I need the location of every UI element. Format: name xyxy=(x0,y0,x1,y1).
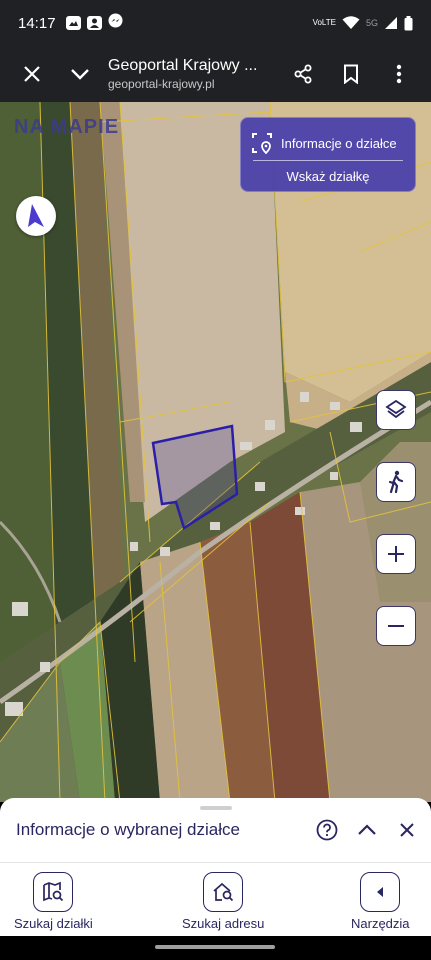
share-button[interactable] xyxy=(279,50,327,98)
chevron-down-icon xyxy=(71,69,89,80)
minimize-tab-button[interactable] xyxy=(56,50,104,98)
help-icon xyxy=(316,819,338,841)
map-view[interactable]: NA MAPIE Informacje o działce Wskaż dzia… xyxy=(0,102,431,802)
page-title-area[interactable]: Geoportal Krajowy ... geoportal-krajowy.… xyxy=(104,57,279,91)
parcel-info-sheet: Informacje o wybranej działce xyxy=(0,798,431,862)
messenger-notification-icon xyxy=(108,13,123,33)
zoom-out-icon xyxy=(388,625,404,627)
nav-label: Szukaj adresu xyxy=(182,916,265,931)
battery-icon xyxy=(404,15,413,31)
layers-icon xyxy=(385,399,407,419)
parcel-info-panel: Informacje o działce Wskaż działkę xyxy=(240,117,416,192)
bookmark-button[interactable] xyxy=(327,50,375,98)
help-button[interactable] xyxy=(315,818,339,842)
home-search-icon xyxy=(213,882,234,902)
page-title: Geoportal Krajowy ... xyxy=(108,57,258,74)
home-gesture-handle[interactable] xyxy=(155,945,275,949)
nav-search-address[interactable]: Szukaj adresu xyxy=(182,872,264,931)
layers-button[interactable] xyxy=(376,390,416,430)
nav-icon-box xyxy=(360,872,401,912)
compass-button[interactable] xyxy=(16,196,56,236)
more-menu-button[interactable] xyxy=(375,50,423,98)
nav-search-parcel[interactable]: Szukaj działki xyxy=(14,872,93,931)
nav-label: Szukaj działki xyxy=(14,916,93,931)
sheet-title: Informacje o wybranej działce xyxy=(16,820,240,839)
select-area-pin-icon xyxy=(252,133,272,154)
sheet-actions xyxy=(315,818,419,842)
system-gesture-bar xyxy=(0,936,431,960)
network-gen-label: 5G xyxy=(365,18,378,28)
chevron-up-icon xyxy=(358,824,376,835)
navigation-arrow-icon xyxy=(28,204,44,227)
browser-toolbar: Geoportal Krajowy ... geoportal-krajowy.… xyxy=(0,46,431,102)
page-url: geoportal-krajowy.pl xyxy=(108,77,215,91)
zoom-in-button[interactable] xyxy=(376,534,416,574)
bookmark-icon xyxy=(344,64,358,84)
zoom-out-button[interactable] xyxy=(376,606,416,646)
close-sheet-button[interactable] xyxy=(395,818,419,842)
expand-sheet-button[interactable] xyxy=(355,818,379,842)
volte-icon: VoLTE xyxy=(312,18,336,27)
nav-label: Narzędzia xyxy=(351,916,410,931)
parcel-info-button[interactable]: Informacje o działce xyxy=(241,118,415,158)
sheet-drag-handle[interactable] xyxy=(200,806,232,810)
satellite-map-image xyxy=(0,102,431,802)
close-button[interactable] xyxy=(8,50,56,98)
map-search-icon xyxy=(43,881,64,902)
signal-icon xyxy=(384,16,398,30)
bottom-navigation: Szukaj działki Szukaj adresu Narzędzia xyxy=(0,862,431,936)
nav-icon-box xyxy=(203,872,244,912)
show-parcel-button[interactable]: Wskaż działkę xyxy=(241,161,415,184)
nav-tools[interactable]: Narzędzia xyxy=(351,872,410,931)
status-bar: 14:17 VoLTE 5G xyxy=(0,0,431,46)
notification-icons xyxy=(65,13,123,33)
close-icon xyxy=(400,823,414,837)
status-time: 14:17 xyxy=(18,14,56,32)
na-mapie-logo: NA MAPIE xyxy=(14,116,120,138)
zoom-in-icon xyxy=(388,546,404,562)
more-vert-icon xyxy=(396,64,402,84)
walking-person-icon xyxy=(388,470,404,494)
wifi-icon xyxy=(342,16,360,30)
gallery-notification-icon xyxy=(65,16,81,30)
street-view-button[interactable] xyxy=(376,462,416,502)
parcel-info-label: Informacje o działce xyxy=(281,135,397,151)
contact-notification-icon xyxy=(86,16,102,30)
status-system-icons: VoLTE 5G xyxy=(312,15,413,31)
share-icon xyxy=(294,64,312,84)
nav-icon-box xyxy=(33,872,74,912)
close-icon xyxy=(24,66,40,82)
arrow-left-icon xyxy=(377,887,384,897)
